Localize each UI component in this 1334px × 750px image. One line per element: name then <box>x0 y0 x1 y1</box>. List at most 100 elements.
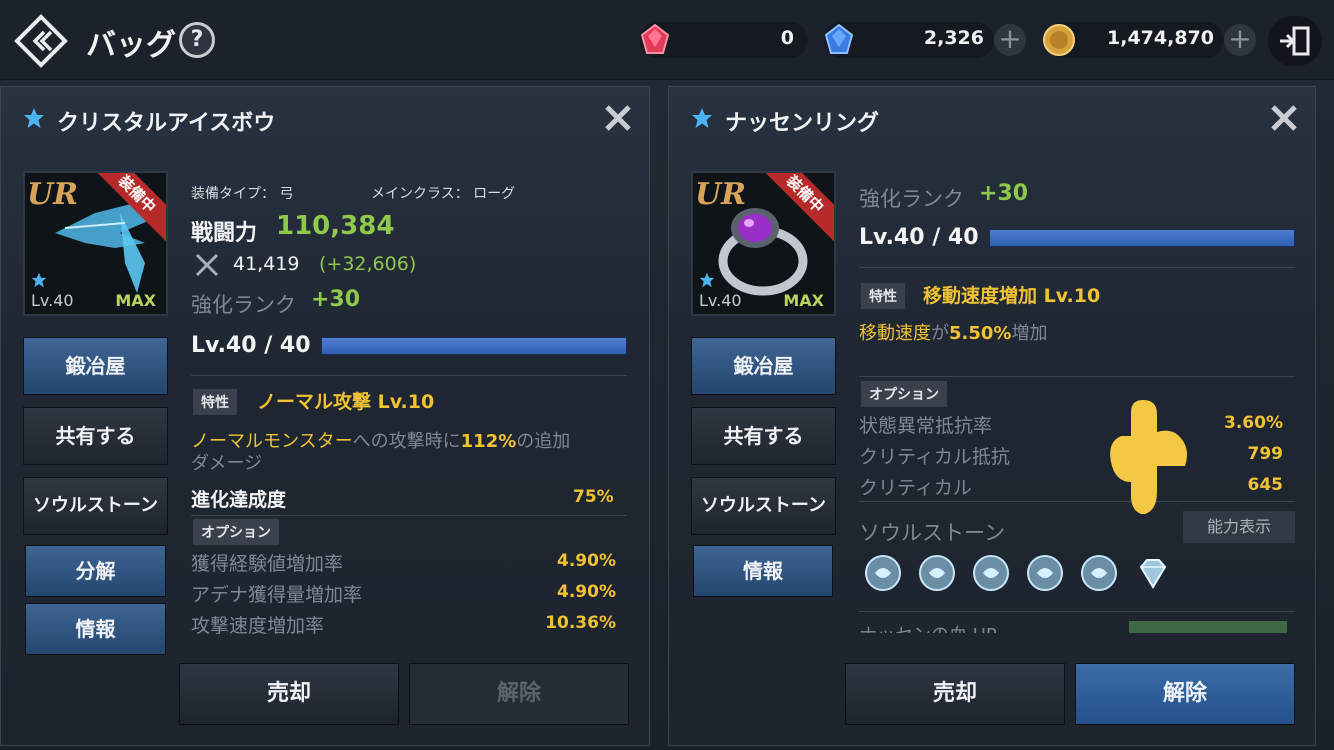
sell-button[interactable]: 売却 <box>845 663 1065 725</box>
rank-value: +30 <box>979 181 1029 206</box>
info-button[interactable]: 情報 <box>25 603 166 655</box>
set-row-clip: ナッセンの血 UR <box>859 619 1299 633</box>
item-title: ナッセンリング <box>725 111 880 136</box>
evolution-label: 進化達成度 <box>191 489 287 511</box>
divider <box>191 375 627 376</box>
info-button[interactable]: 情報 <box>693 545 833 597</box>
red-gem-value: 0 <box>780 27 794 49</box>
option-value: 10.36% <box>545 613 616 633</box>
option-value: 3.60% <box>1224 413 1283 433</box>
star-icon <box>699 272 715 288</box>
disassemble-button[interactable]: 分解 <box>25 545 166 597</box>
option-value: 4.90% <box>557 551 616 571</box>
soulstone-icon[interactable] <box>1079 553 1119 593</box>
level-bar <box>321 337 627 355</box>
soulstone-icon[interactable] <box>917 553 957 593</box>
soulstone-button[interactable]: ソウルストーン <box>23 477 168 535</box>
thumb-level: Lv.40 <box>31 291 74 310</box>
divider <box>859 376 1295 377</box>
thumb-max: MAX <box>115 291 156 310</box>
trait-desc-pct: 112% <box>460 431 517 452</box>
attack-bonus: (+32,606) <box>319 253 417 275</box>
divider <box>859 267 1295 268</box>
trait-desc-mid: が <box>931 323 949 344</box>
share-button[interactable]: 共有する <box>691 407 836 465</box>
trait-desc-mid: への攻撃時に <box>352 431 461 452</box>
option-label: クリティカル <box>859 477 972 499</box>
trait-desc-end: の追加 <box>516 431 571 452</box>
currency-blue-gem: 2,326 <box>824 22 994 58</box>
star-icon <box>692 108 712 128</box>
gold-value: 1,474,870 <box>1107 27 1214 49</box>
close-icon[interactable] <box>601 101 635 135</box>
evolution-value: 75% <box>573 487 614 507</box>
share-button[interactable]: 共有する <box>23 407 168 465</box>
left-item-panel: クリスタルアイスボウ 装備中 UR Lv.40 MAX 鍛冶屋 共有する ソウル… <box>0 86 650 746</box>
trait-desc-end: 増加 <box>1011 323 1048 344</box>
back-icon[interactable] <box>14 14 68 68</box>
option-value: 799 <box>1247 444 1284 464</box>
exit-door-icon <box>1280 26 1310 56</box>
smith-button[interactable]: 鍛冶屋 <box>691 337 836 395</box>
blue-gem-value: 2,326 <box>923 27 984 49</box>
currency-gold: 1,474,870 <box>1043 22 1224 58</box>
set-label: ナッセンの血 UR <box>859 621 998 633</box>
set-class-icons <box>1129 621 1287 633</box>
blue-gem-icon <box>824 23 854 54</box>
help-icon[interactable]: ? <box>179 22 215 58</box>
rank-label: 強化ランク <box>191 293 296 317</box>
top-bar: バッグ ? 0 2,326 + 1,474,870 + <box>0 0 1334 80</box>
soulstone-icon[interactable] <box>971 553 1011 593</box>
pointing-hand-icon <box>1110 400 1187 514</box>
bag-screen: バッグ ? 0 2,326 + 1,474,870 + クリスタルアイスボウ 装… <box>0 0 1334 750</box>
main-class: メインクラス： ローグ <box>371 186 516 202</box>
trait-description: 移動速度が5.50%増加 <box>859 319 1047 345</box>
soulstone-button[interactable]: ソウルストーン <box>691 477 836 535</box>
power-value: 110,384 <box>276 211 395 241</box>
soulstone-icon[interactable] <box>863 553 903 593</box>
option-badge: オプション <box>193 519 279 545</box>
right-item-panel: ナッセンリング 装備中 UR Lv.40 MAX 鍛冶屋 共有する ソウルストー… <box>668 86 1316 746</box>
soulstone-icon[interactable] <box>1025 553 1065 593</box>
level-text: Lv.40 / 40 <box>859 225 979 250</box>
option-label: アデナ獲得量増加率 <box>191 584 363 606</box>
release-button[interactable]: 解除 <box>1075 663 1295 725</box>
exit-button[interactable] <box>1268 16 1322 66</box>
release-button[interactable]: 解除 <box>409 663 629 725</box>
rarity-label: UR <box>27 177 79 212</box>
red-gem-icon <box>640 23 670 54</box>
trait-badge: 特性 <box>861 283 905 309</box>
diamond-stone-icon[interactable] <box>1133 553 1173 593</box>
trait-desc-line2: ダメージ <box>191 453 263 474</box>
thumb-max: MAX <box>783 291 824 310</box>
sell-button[interactable]: 売却 <box>179 663 399 725</box>
item-thumbnail: 装備中 UR Lv.40 MAX <box>691 171 836 316</box>
divider <box>859 611 1295 612</box>
star-icon <box>24 108 44 128</box>
rank-label: 強化ランク <box>859 187 964 211</box>
page-title: バッグ <box>86 28 176 63</box>
add-gold-button[interactable]: + <box>1224 24 1256 56</box>
option-label: 獲得経験値増加率 <box>191 553 344 575</box>
option-value: 645 <box>1247 475 1284 495</box>
trait-desc-pct: 5.50% <box>949 323 1012 344</box>
thumb-level: Lv.40 <box>699 291 742 310</box>
close-icon[interactable] <box>1267 101 1301 135</box>
rarity-label: UR <box>695 177 747 212</box>
trait-badge: 特性 <box>193 389 237 415</box>
trait-name: ノーマル攻撃 Lv.10 <box>257 391 435 413</box>
item-title: クリスタルアイスボウ <box>57 111 276 136</box>
smith-button[interactable]: 鍛冶屋 <box>23 337 168 395</box>
trait-name: 移動速度増加 Lv.10 <box>923 285 1101 307</box>
gold-coin-icon <box>1043 24 1075 56</box>
option-label: 状態異常抵抗率 <box>859 415 993 437</box>
currency-red-gem: 0 <box>640 22 808 58</box>
level-bar <box>989 229 1295 247</box>
crossed-swords-icon <box>195 253 219 277</box>
equip-type: 装備タイプ： 弓 <box>191 186 294 202</box>
add-blue-gem-button[interactable]: + <box>994 24 1026 56</box>
option-label: 攻撃速度増加率 <box>191 615 325 637</box>
rank-value: +30 <box>311 287 361 312</box>
option-badge: オプション <box>861 381 947 407</box>
level-text: Lv.40 / 40 <box>191 333 311 358</box>
